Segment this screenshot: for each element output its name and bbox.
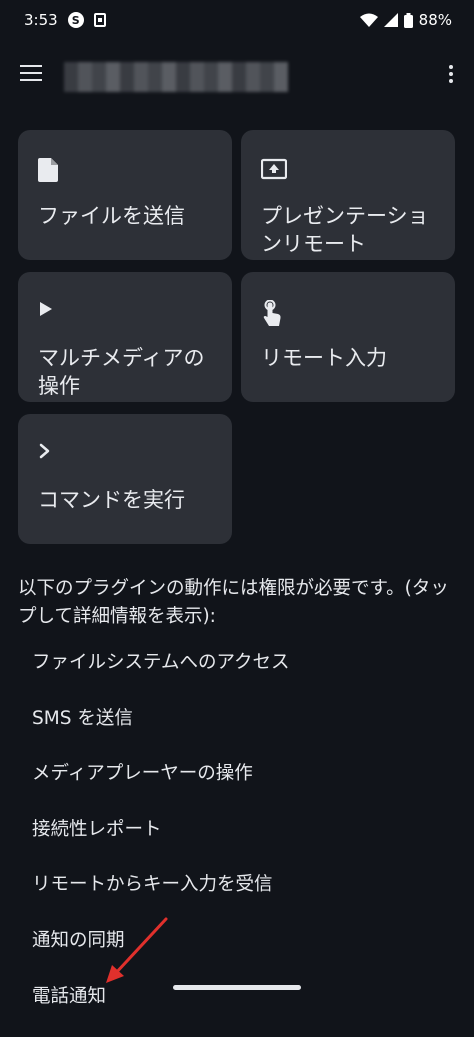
annotation-arrow-icon (106, 917, 168, 983)
multimedia-control-card[interactable]: マルチメディアの操作 (18, 272, 232, 402)
run-command-card[interactable]: コマンドを実行 (18, 414, 232, 544)
remote-input-card[interactable]: リモート入力 (241, 272, 455, 402)
menu-icon[interactable] (20, 65, 42, 81)
permission-item-filesystem[interactable]: ファイルシステムへのアクセス (32, 648, 290, 704)
badge-letter: S (71, 13, 80, 27)
app-toolbar (0, 40, 474, 110)
device-name-redacted (64, 62, 288, 92)
overflow-menu-icon[interactable] (448, 65, 454, 85)
permissions-heading[interactable]: 以下のプラグインの動作には権限が必要です。(タップして詳細情報を表示): (18, 575, 458, 631)
file-icon (38, 158, 212, 182)
permission-item-media-player[interactable]: メディアプレーヤーの操作 (32, 759, 290, 815)
battery-percent: 88% (418, 11, 452, 29)
send-file-card[interactable]: ファイルを送信 (18, 130, 232, 260)
card-label: プレゼンテーションリモート (261, 204, 429, 256)
card-label: ファイルを送信 (38, 204, 185, 228)
notification-badge-icon: S (67, 12, 84, 28)
status-left: 3:53 S (24, 11, 106, 29)
wifi-icon (359, 13, 378, 27)
touch-icon (261, 299, 435, 326)
status-time: 3:53 (24, 11, 58, 29)
battery-icon (403, 12, 413, 28)
card-label: コマンドを実行 (38, 488, 185, 512)
status-bar: 3:53 S 88% (0, 0, 474, 40)
card-label: マルチメディアの操作 (38, 346, 205, 398)
status-right: 88% (359, 11, 452, 29)
presentation-remote-card[interactable]: プレゼンテーションリモート (241, 130, 455, 260)
presentation-icon (260, 158, 435, 182)
chevron-right-icon (38, 442, 212, 466)
play-icon (38, 300, 212, 324)
notification-app-icon (93, 13, 106, 27)
permission-item-connectivity[interactable]: 接続性レポート (32, 815, 290, 871)
card-label: リモート入力 (261, 346, 387, 370)
signal-icon (383, 13, 398, 27)
gesture-nav-bar[interactable] (173, 985, 301, 990)
permission-item-sms[interactable]: SMS を送信 (32, 704, 290, 760)
